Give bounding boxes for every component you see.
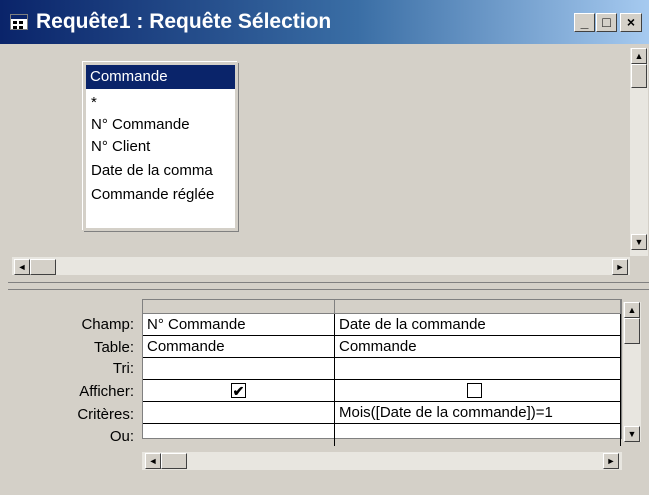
grid-cell-tri[interactable] bbox=[335, 358, 621, 380]
scroll-thumb[interactable] bbox=[631, 64, 647, 88]
window-title: Requête1 : Requête Sélection bbox=[36, 10, 332, 33]
grid-cell-table[interactable]: Commande bbox=[335, 336, 621, 358]
show-checkbox[interactable] bbox=[467, 383, 482, 398]
scroll-thumb[interactable] bbox=[30, 259, 56, 275]
field-item-date-commande[interactable]: Date de la comma bbox=[91, 160, 213, 182]
grid-cell-champ[interactable]: Date de la commande bbox=[335, 314, 621, 336]
grid-cell-afficher[interactable]: ✔ bbox=[143, 380, 335, 402]
row-label-ou: Ou: bbox=[109, 428, 134, 445]
close-button[interactable]: × bbox=[620, 13, 642, 32]
scroll-right-button[interactable]: ► bbox=[603, 453, 619, 469]
pane-splitter[interactable] bbox=[8, 282, 649, 290]
row-label-afficher: Afficher: bbox=[79, 383, 134, 400]
show-checkbox[interactable]: ✔ bbox=[231, 383, 246, 398]
grid-cell-champ[interactable]: N° Commande bbox=[143, 314, 335, 336]
title-bar[interactable]: Requête1 : Requête Sélection _ □ × bbox=[0, 0, 649, 44]
query-window-icon[interactable] bbox=[10, 14, 28, 30]
column-selector[interactable] bbox=[335, 300, 621, 314]
row-label-criteres: Critères: bbox=[77, 406, 134, 423]
field-list[interactable]: * N° Commande N° Client Date de la comma… bbox=[86, 91, 235, 228]
maximize-button[interactable]: □ bbox=[596, 13, 617, 32]
scroll-thumb[interactable] bbox=[161, 453, 187, 469]
column-selector[interactable] bbox=[143, 300, 335, 314]
grid-cell-criteres[interactable]: Mois([Date de la commande])=1 bbox=[335, 402, 621, 424]
table-field-list-commande[interactable]: Commande * N° Commande N° Client Date de… bbox=[83, 62, 238, 231]
scroll-left-button[interactable]: ◄ bbox=[145, 453, 161, 469]
scroll-right-button[interactable]: ► bbox=[612, 259, 628, 275]
scroll-thumb[interactable] bbox=[624, 318, 640, 344]
grid-cell-ou[interactable] bbox=[335, 424, 621, 446]
grid-cell-criteres[interactable] bbox=[143, 402, 335, 424]
scroll-down-button[interactable]: ▼ bbox=[624, 426, 640, 442]
grid-cell-tri[interactable] bbox=[143, 358, 335, 380]
query-design-grid[interactable]: N° Commande Commande ✔ Date de la comman… bbox=[142, 299, 622, 446]
field-item-n-client[interactable]: N° Client bbox=[91, 136, 150, 158]
row-label-table: Table: bbox=[93, 339, 134, 356]
grid-horizontal-scrollbar[interactable] bbox=[142, 452, 622, 470]
field-item-all[interactable]: * bbox=[91, 92, 97, 114]
field-item-commande-reglee[interactable]: Commande réglée bbox=[91, 184, 214, 206]
row-label-champ: Champ: bbox=[81, 316, 134, 333]
grid-cell-afficher[interactable] bbox=[335, 380, 621, 402]
field-item-n-commande[interactable]: N° Commande bbox=[91, 114, 190, 136]
upper-horizontal-scrollbar[interactable] bbox=[12, 257, 630, 275]
grid-cell-ou[interactable] bbox=[143, 424, 335, 446]
scroll-left-button[interactable]: ◄ bbox=[14, 259, 30, 275]
row-label-tri: Tri: bbox=[112, 360, 134, 377]
scroll-down-button[interactable]: ▼ bbox=[631, 234, 647, 250]
minimize-button[interactable]: _ bbox=[574, 13, 595, 32]
field-list-title[interactable]: Commande bbox=[86, 65, 235, 89]
scroll-up-button[interactable]: ▲ bbox=[631, 48, 647, 64]
grid-cell-table[interactable]: Commande bbox=[143, 336, 335, 358]
scroll-up-button[interactable]: ▲ bbox=[624, 302, 640, 318]
